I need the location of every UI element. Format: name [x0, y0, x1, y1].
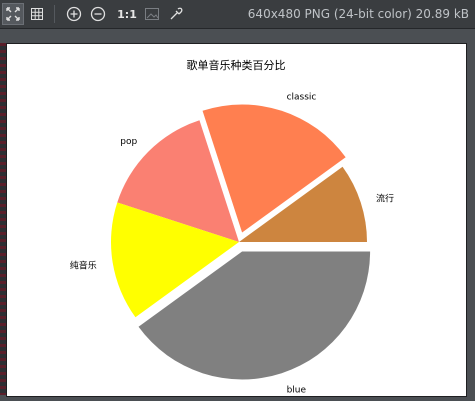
slice-label-0: 流行 [376, 193, 394, 205]
chart-title: 歌单音乐种类百分比 [187, 58, 286, 72]
toolbar-divider [54, 5, 55, 23]
slice-label-1: classic [287, 93, 317, 103]
grid-icon[interactable] [26, 3, 48, 25]
actual-size-label: 1:1 [117, 7, 137, 21]
zoom-out-icon[interactable] [87, 3, 109, 25]
slice-label-3: 纯音乐 [70, 260, 97, 272]
slice-label-2: pop [120, 137, 137, 147]
eyedropper-icon[interactable] [165, 3, 187, 25]
zoom-in-icon[interactable] [63, 3, 85, 25]
fit-icon[interactable] [2, 3, 24, 25]
pie-chart: 歌单音乐种类百分比 流行 classic pop 纯音乐 blue [70, 58, 394, 395]
image-info-text: 640x480 PNG (24-bit color) 20.89 kB [247, 7, 469, 21]
slice-label-4: blue [287, 385, 307, 395]
actual-size-button[interactable]: 1:1 [111, 3, 139, 25]
image-preview: 歌单音乐种类百分比 流行 classic pop 纯音乐 blue [6, 43, 467, 397]
viewer-toolbar: 1:1 640x480 PNG (24-bit color) 20.89 kB [0, 0, 475, 29]
image-icon[interactable] [141, 3, 163, 25]
